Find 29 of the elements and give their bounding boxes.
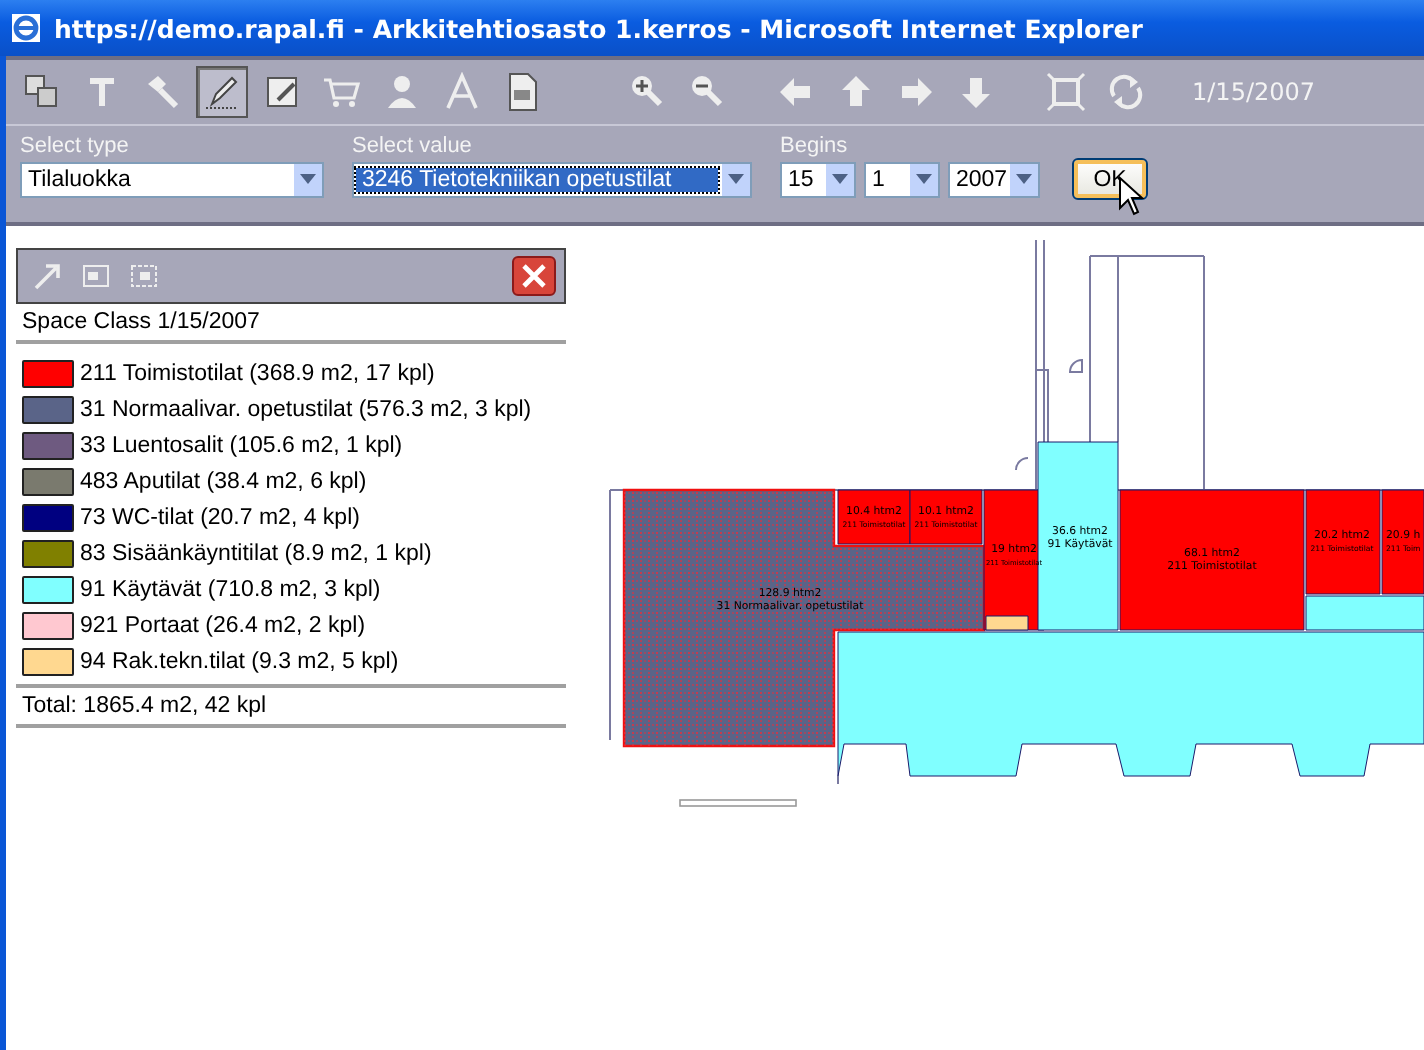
legend-label: 73 WC-tilat (20.7 m2, 4 kpl)	[80, 505, 360, 529]
field-label: Begins	[780, 134, 850, 158]
legend-label: 94 Rak.tekn.tilat (9.3 m2, 5 kpl)	[80, 649, 399, 673]
legend-label: 31 Normaalivar. opetustilat (576.3 m2, 3 kpl)	[80, 397, 532, 421]
legend-label: 83 Sisäänkäyntitilat (8.9 m2, 1 kpl)	[80, 541, 432, 565]
window-icon[interactable]	[130, 264, 158, 288]
value-select[interactable]: 3246 Tietotekniikan opetustilat	[352, 162, 752, 198]
legend-label: 211 Toimistotilat (368.9 m2, 17 kpl)	[80, 361, 435, 385]
browser-icon	[10, 12, 42, 44]
day-select[interactable]: 15	[780, 162, 856, 198]
total-text: Total: 1865.4 m2, 42 kpl	[20, 692, 269, 722]
type-select[interactable]: Tilaluokka	[20, 162, 324, 198]
pointer-icon[interactable]	[34, 262, 62, 290]
pencil-tool-icon[interactable]	[196, 66, 248, 118]
year-select[interactable]: 2007	[948, 162, 1040, 198]
panel-title: Space Class 1/15/2007	[20, 308, 262, 338]
legend-label: 91 Käytävät (710.8 m2, 3 kpl)	[80, 577, 381, 601]
month-select[interactable]: 1	[864, 162, 940, 198]
scale-bar	[679, 799, 797, 807]
window-icon[interactable]	[82, 264, 110, 288]
legend-label: 483 Aputilat (38.4 m2, 6 kpl)	[80, 469, 367, 493]
field-label: Select value	[352, 134, 474, 158]
legend-label: 33 Luentosalit (105.6 m2, 1 kpl)	[80, 433, 403, 457]
legend-label: 921 Portaat (26.4 m2, 2 kpl)	[80, 613, 366, 637]
field-label: Select type	[20, 134, 131, 158]
close-icon	[522, 264, 546, 288]
window-title: https://demo.rapal.fi - Arkkitehtiosasto 1.kerros - Microsoft Internet Explorer	[54, 13, 1143, 43]
close-button[interactable]	[512, 256, 556, 296]
toolbar-date: 1/15/2007	[1192, 78, 1316, 106]
